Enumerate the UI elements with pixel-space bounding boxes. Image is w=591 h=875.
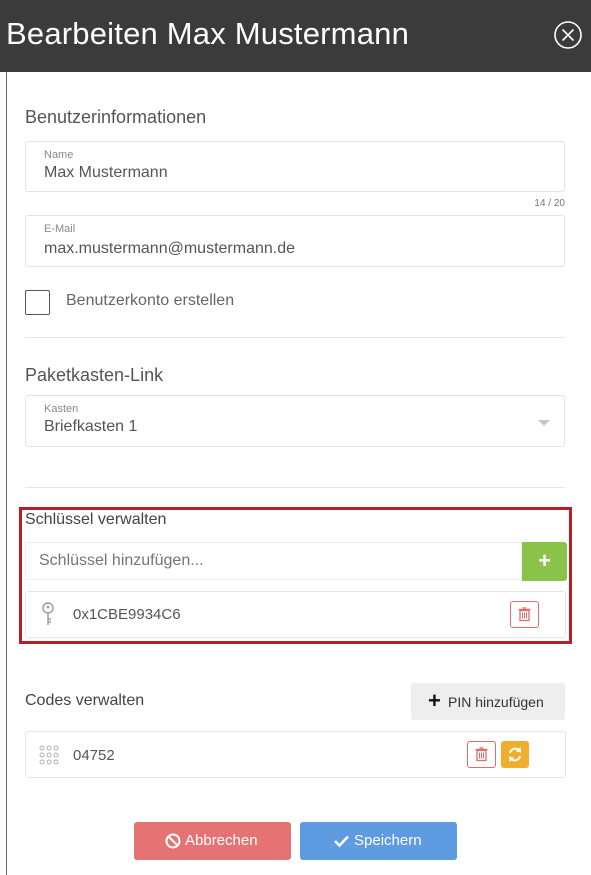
email-field-label: E-Mail: [44, 223, 76, 235]
regenerate-code-button[interactable]: [501, 741, 529, 768]
delete-key-button[interactable]: [510, 601, 539, 628]
kasten-select[interactable]: Kasten Briefkasten 1: [25, 395, 565, 447]
checkmark-icon: [333, 833, 350, 853]
key-id: 0x1CBE9934C6: [73, 606, 181, 623]
user-info-heading: Benutzerinformationen: [25, 107, 207, 127]
trash-icon: [518, 607, 531, 622]
ban-icon: [165, 833, 181, 853]
name-field[interactable]: Name Max Mustermann: [25, 141, 565, 192]
add-key-button[interactable]: +: [522, 542, 567, 581]
cancel-button-label: Abbrechen: [185, 832, 258, 849]
name-field-value: Max Mustermann: [44, 164, 168, 181]
plus-icon: +: [428, 688, 441, 713]
keypad-icon: [39, 745, 59, 770]
refresh-icon: [509, 747, 521, 762]
name-field-label: Name: [44, 149, 74, 161]
code-value: 04752: [73, 747, 115, 764]
save-button[interactable]: Speichern: [300, 822, 457, 860]
key-list-item: 0x1CBE9934C6: [25, 591, 566, 638]
cancel-button[interactable]: Abbrechen: [134, 822, 291, 860]
section-divider: [25, 337, 565, 338]
dialog-title: Bearbeiten Max Mustermann: [6, 16, 410, 51]
dialog-header: Bearbeiten Max Mustermann: [0, 0, 591, 72]
codes-heading: Codes verwalten: [25, 692, 145, 709]
trash-icon: [475, 747, 488, 762]
key-icon: [39, 601, 57, 632]
delete-code-button[interactable]: [467, 741, 496, 768]
name-char-counter: 14 / 20: [534, 198, 565, 209]
close-icon[interactable]: [553, 20, 583, 50]
left-edge-divider: [0, 72, 7, 875]
kasten-select-label: Kasten: [44, 403, 79, 415]
code-list-item: 04752: [25, 731, 566, 778]
email-field[interactable]: E-Mail max.mustermann@mustermann.de: [25, 215, 565, 267]
kasten-select-value: Briefkasten 1: [44, 418, 138, 435]
save-button-label: Speichern: [354, 832, 422, 849]
add-pin-label: PIN hinzufügen: [448, 694, 544, 710]
chevron-down-icon: [538, 420, 550, 426]
create-account-checkbox[interactable]: [25, 290, 50, 315]
create-account-label: Benutzerkonto erstellen: [66, 292, 235, 309]
key-input[interactable]: [25, 542, 522, 580]
paketkasten-heading: Paketkasten-Link: [25, 365, 164, 385]
email-field-value: max.mustermann@mustermann.de: [44, 240, 295, 257]
section-divider: [25, 487, 565, 488]
add-pin-button[interactable]: + PIN hinzufügen: [411, 683, 565, 720]
keys-heading: Schlüssel verwalten: [25, 511, 167, 528]
